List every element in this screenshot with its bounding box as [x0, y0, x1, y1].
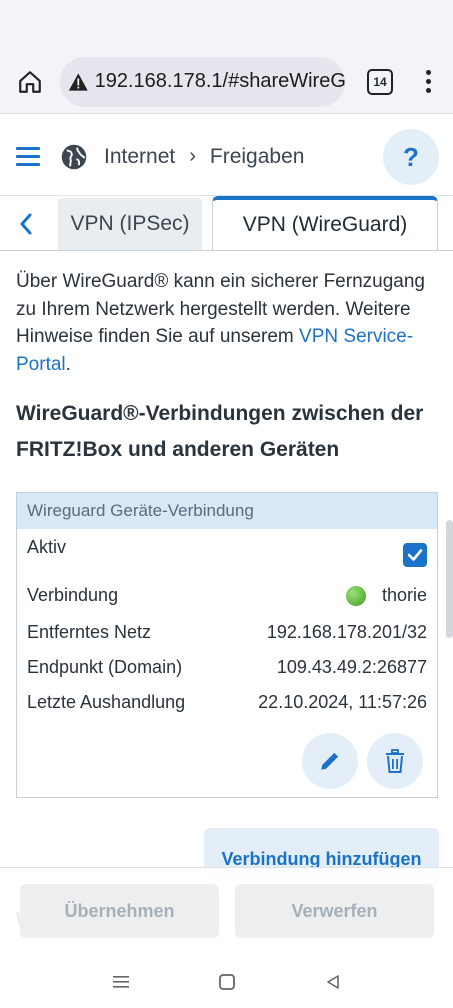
active-checkbox[interactable]	[403, 543, 427, 567]
recents-icon	[112, 975, 129, 988]
globe-icon	[61, 144, 87, 169]
tab-switcher-button[interactable]: 14	[367, 68, 393, 95]
active-label: Aktiv	[27, 537, 67, 557]
apply-button[interactable]: Übernehmen	[20, 884, 219, 938]
warning-icon[interactable]	[68, 71, 89, 93]
url-text[interactable]: 192.168.178.1/#shareWireGuard	[95, 70, 345, 93]
tab-vpn-ipsec[interactable]: VPN (IPSec)	[58, 198, 202, 250]
card-header: Wireguard Geräte-Verbindung	[17, 493, 437, 529]
home-button[interactable]	[10, 62, 50, 102]
pencil-icon	[321, 752, 339, 770]
status-bar	[0, 0, 453, 50]
delete-button[interactable]	[367, 733, 423, 789]
row-aktiv: Aktiv	[27, 537, 427, 558]
breadcrumb-internet[interactable]: Internet	[104, 145, 175, 169]
back-nav-button[interactable]	[280, 973, 386, 991]
row-endpunkt: Endpunkt (Domain) 109.43.49.2:26877	[27, 657, 427, 678]
help-button[interactable]: ?	[383, 129, 439, 185]
square-icon	[218, 973, 235, 990]
tab-bar: VPN (IPSec) VPN (WireGuard)	[0, 196, 453, 252]
row-label: Letzte Aushandlung	[27, 692, 186, 712]
scrollbar[interactable]	[446, 520, 453, 638]
footer-bar: W Übernehmen Verwerfen	[0, 867, 453, 956]
connection-card: Wireguard Geräte-Verbindung Aktiv Verbin…	[16, 492, 438, 798]
app-header: Internet › Freigaben ?	[0, 118, 453, 196]
chevron-left-icon[interactable]	[18, 212, 34, 236]
row-label: Endpunkt (Domain)	[27, 657, 183, 677]
section-title: WireGuard®-Verbindungen zwischen der FRI…	[16, 402, 424, 461]
address-bar[interactable]: 192.168.178.1/#shareWireGuard	[60, 56, 345, 107]
trash-icon	[386, 749, 404, 773]
home-nav-button[interactable]	[174, 973, 280, 991]
checkmark-icon	[407, 549, 423, 561]
system-navigation	[0, 955, 453, 1008]
browser-menu-button[interactable]	[413, 68, 443, 95]
edit-button[interactable]	[302, 733, 358, 789]
intro-end: .	[65, 353, 71, 375]
row-value: 192.168.178.201/32	[266, 622, 427, 642]
row-label: Entferntes Netz	[27, 622, 152, 642]
breadcrumb: Internet › Freigaben	[104, 145, 304, 169]
recent-apps-button[interactable]	[68, 974, 174, 990]
row-letzte-aushandlung: Letzte Aushandlung 22.10.2024, 11:57:26	[27, 692, 427, 713]
tab-vpn-wireguard[interactable]: VPN (WireGuard)	[212, 196, 438, 250]
home-icon	[19, 70, 41, 93]
breadcrumb-freigaben: Freigaben	[209, 144, 305, 168]
row-verbindung: Verbindung thorie	[27, 585, 427, 606]
menu-icon[interactable]	[16, 145, 40, 169]
browser-toolbar: 192.168.178.1/#shareWireGuard 14	[0, 50, 453, 114]
row-label: Verbindung	[27, 585, 119, 605]
chevron-right-icon: ›	[189, 145, 196, 167]
back-triangle-icon	[326, 974, 339, 989]
row-value: 22.10.2024, 11:57:26	[258, 692, 427, 712]
discard-button[interactable]: Verwerfen	[235, 884, 434, 938]
row-value: 109.43.49.2:26877	[276, 657, 427, 677]
status-ok-icon	[345, 585, 366, 606]
row-entferntes-netz: Entferntes Netz 192.168.178.201/32	[27, 622, 427, 643]
row-value: thorie	[381, 585, 427, 605]
intro-text: Über WireGuard® kann ein sicherer Fernzu…	[16, 268, 431, 378]
